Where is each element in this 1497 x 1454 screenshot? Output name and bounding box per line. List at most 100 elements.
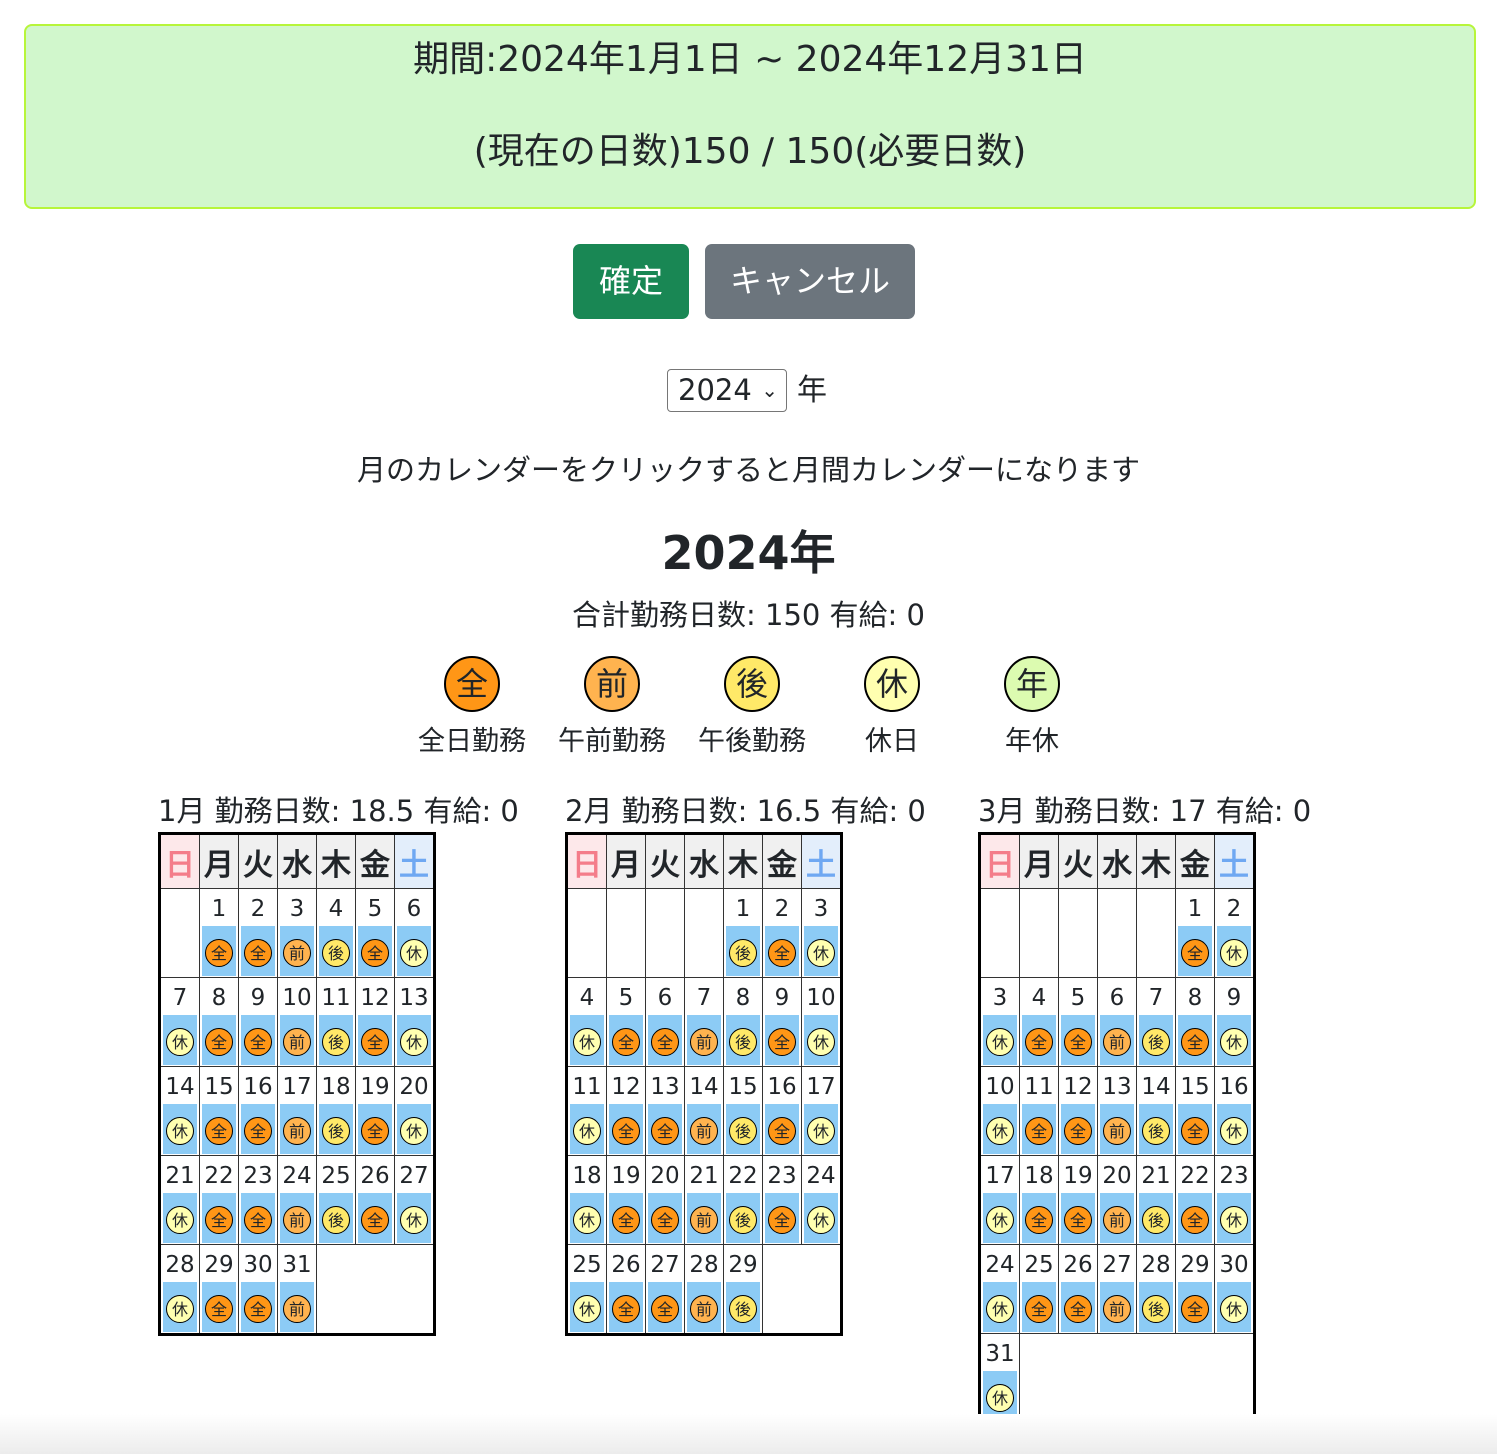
day-cell[interactable]: 11 全 <box>1019 1066 1059 1156</box>
day-cell[interactable]: 14 休 <box>159 1066 200 1156</box>
day-cell[interactable]: 7休 <box>159 977 200 1067</box>
day-cell[interactable]: 21 後 <box>1136 1155 1176 1245</box>
day-cell[interactable]: 27 全 <box>645 1244 685 1335</box>
month-calendar[interactable]: 2月 勤務日数: 16.5 有給: 0日月火水木金土1後2全3休4休5全6全7前… <box>565 790 926 1336</box>
day-cell[interactable]: 31 前 <box>277 1244 317 1335</box>
month-calendar[interactable]: 1月 勤務日数: 18.5 有給: 0日月火水木金土1全2全3前4後5全6休7休… <box>158 790 519 1336</box>
day-cell[interactable]: 19 全 <box>355 1066 395 1156</box>
month-table[interactable]: 日月火水木金土 1 後 2 全 3 休 4 休 5 全 6 全 7 前 8 後 9 全 10 休 11 休 12 全 13 全 14 前… <box>565 832 843 1336</box>
day-cell[interactable]: 6休 <box>394 888 435 978</box>
day-cell[interactable]: 2全 <box>762 888 802 978</box>
day-cell[interactable]: 16 全 <box>762 1066 802 1156</box>
day-cell[interactable]: 2休 <box>1214 888 1255 978</box>
day-cell[interactable]: 20 前 <box>1097 1155 1137 1245</box>
month-calendar[interactable]: 3月 勤務日数: 17 有給: 0日月火水木金土1全2休3休4全5全6前7後8全… <box>978 790 1311 1425</box>
day-cell[interactable]: 22 後 <box>723 1155 763 1245</box>
year-select[interactable]: 2024 ⌄ <box>667 369 787 412</box>
day-cell[interactable]: 26 全 <box>606 1244 646 1335</box>
day-cell[interactable]: 10 休 <box>979 1066 1020 1156</box>
day-cell[interactable]: 25 後 <box>316 1155 356 1245</box>
day-cell[interactable]: 6前 <box>1097 977 1137 1067</box>
day-cell[interactable]: 20 全 <box>645 1155 685 1245</box>
day-cell[interactable]: 21 休 <box>159 1155 200 1245</box>
day-cell[interactable]: 17 休 <box>801 1066 842 1156</box>
day-cell[interactable]: 28 前 <box>684 1244 724 1335</box>
day-cell[interactable]: 31 休 <box>979 1333 1020 1424</box>
day-cell[interactable]: 19 全 <box>1058 1155 1098 1245</box>
day-cell[interactable]: 27 前 <box>1097 1244 1137 1334</box>
day-cell[interactable]: 1全 <box>199 888 239 978</box>
month-table[interactable]: 日月火水木金土 1 全 2 休 3 休 4 全 5 全 6 前 7 後 8 全 9 休 10 休 11 全 12 全 13 前 14 後… <box>978 832 1256 1425</box>
day-cell[interactable]: 29 後 <box>723 1244 763 1335</box>
day-cell[interactable]: 11 後 <box>316 977 356 1067</box>
day-cell[interactable]: 20 休 <box>394 1066 435 1156</box>
day-cell[interactable]: 2全 <box>238 888 278 978</box>
day-cell[interactable]: 10 休 <box>801 977 842 1067</box>
day-cell[interactable]: 22 全 <box>199 1155 239 1245</box>
day-cell[interactable]: 11 休 <box>566 1066 607 1156</box>
day-cell[interactable]: 3前 <box>277 888 317 978</box>
day-cell[interactable]: 19 全 <box>606 1155 646 1245</box>
day-cell[interactable]: 22 全 <box>1175 1155 1215 1245</box>
day-cell[interactable]: 15 全 <box>199 1066 239 1156</box>
day-cell[interactable]: 4休 <box>566 977 607 1067</box>
day-cell[interactable]: 12 全 <box>355 977 395 1067</box>
day-cell[interactable]: 18 休 <box>566 1155 607 1245</box>
day-cell[interactable]: 13 全 <box>645 1066 685 1156</box>
month-table[interactable]: 日月火水木金土 1 全 2 全 3 前 4 後 5 全 6 休 7 休 8 全 9 全 10 前 11 後 12 全 13 休 14 休… <box>158 832 436 1336</box>
day-cell[interactable]: 14 後 <box>1136 1066 1176 1156</box>
day-cell[interactable]: 23 休 <box>1214 1155 1255 1245</box>
day-cell[interactable]: 24 前 <box>277 1155 317 1245</box>
day-cell[interactable]: 7前 <box>684 977 724 1067</box>
day-cell[interactable]: 29 全 <box>199 1244 239 1335</box>
day-cell[interactable]: 25 休 <box>566 1244 607 1335</box>
day-cell[interactable]: 21 前 <box>684 1155 724 1245</box>
day-cell[interactable]: 1後 <box>723 888 763 978</box>
day-cell[interactable]: 8後 <box>723 977 763 1067</box>
day-cell[interactable]: 9全 <box>238 977 278 1067</box>
day-cell[interactable]: 9全 <box>762 977 802 1067</box>
day-cell[interactable]: 23 全 <box>762 1155 802 1245</box>
day-cell[interactable]: 15 後 <box>723 1066 763 1156</box>
day-cell[interactable]: 5全 <box>355 888 395 978</box>
day-cell[interactable]: 3休 <box>979 977 1020 1067</box>
day-cell[interactable]: 17 休 <box>979 1155 1020 1245</box>
day-cell[interactable]: 30 休 <box>1214 1244 1255 1334</box>
day-cell[interactable]: 8全 <box>199 977 239 1067</box>
day-cell[interactable]: 25 全 <box>1019 1244 1059 1334</box>
day-cell[interactable]: 12 全 <box>606 1066 646 1156</box>
day-cell[interactable]: 27 休 <box>394 1155 435 1245</box>
day-cell[interactable]: 9休 <box>1214 977 1255 1067</box>
day-cell[interactable]: 16 休 <box>1214 1066 1255 1156</box>
day-cell[interactable]: 4全 <box>1019 977 1059 1067</box>
day-cell[interactable]: 24 休 <box>801 1155 842 1245</box>
day-cell[interactable]: 26 全 <box>1058 1244 1098 1334</box>
day-cell[interactable]: 12 全 <box>1058 1066 1098 1156</box>
day-cell[interactable]: 1全 <box>1175 888 1215 978</box>
day-cell[interactable]: 7後 <box>1136 977 1176 1067</box>
day-cell[interactable]: 8全 <box>1175 977 1215 1067</box>
day-cell[interactable]: 15 全 <box>1175 1066 1215 1156</box>
day-cell[interactable]: 28 休 <box>159 1244 200 1335</box>
day-cell[interactable]: 13 休 <box>394 977 435 1067</box>
day-cell[interactable]: 14 前 <box>684 1066 724 1156</box>
day-cell[interactable]: 5全 <box>1058 977 1098 1067</box>
day-cell[interactable]: 30 全 <box>238 1244 278 1335</box>
day-cell[interactable]: 16 全 <box>238 1066 278 1156</box>
day-cell[interactable]: 24 休 <box>979 1244 1020 1334</box>
day-cell[interactable]: 13 前 <box>1097 1066 1137 1156</box>
cancel-button[interactable]: キャンセル <box>705 244 915 319</box>
day-cell[interactable]: 17 前 <box>277 1066 317 1156</box>
day-cell[interactable]: 23 全 <box>238 1155 278 1245</box>
day-cell[interactable]: 18 後 <box>316 1066 356 1156</box>
day-cell[interactable]: 26 全 <box>355 1155 395 1245</box>
day-cell[interactable]: 29 全 <box>1175 1244 1215 1334</box>
day-cell[interactable]: 28 後 <box>1136 1244 1176 1334</box>
day-cell[interactable]: 10 前 <box>277 977 317 1067</box>
confirm-button[interactable]: 確定 <box>573 244 689 319</box>
day-cell[interactable]: 6全 <box>645 977 685 1067</box>
day-cell[interactable]: 5全 <box>606 977 646 1067</box>
day-cell[interactable]: 3休 <box>801 888 842 978</box>
day-cell[interactable]: 4後 <box>316 888 356 978</box>
day-cell[interactable]: 18 全 <box>1019 1155 1059 1245</box>
